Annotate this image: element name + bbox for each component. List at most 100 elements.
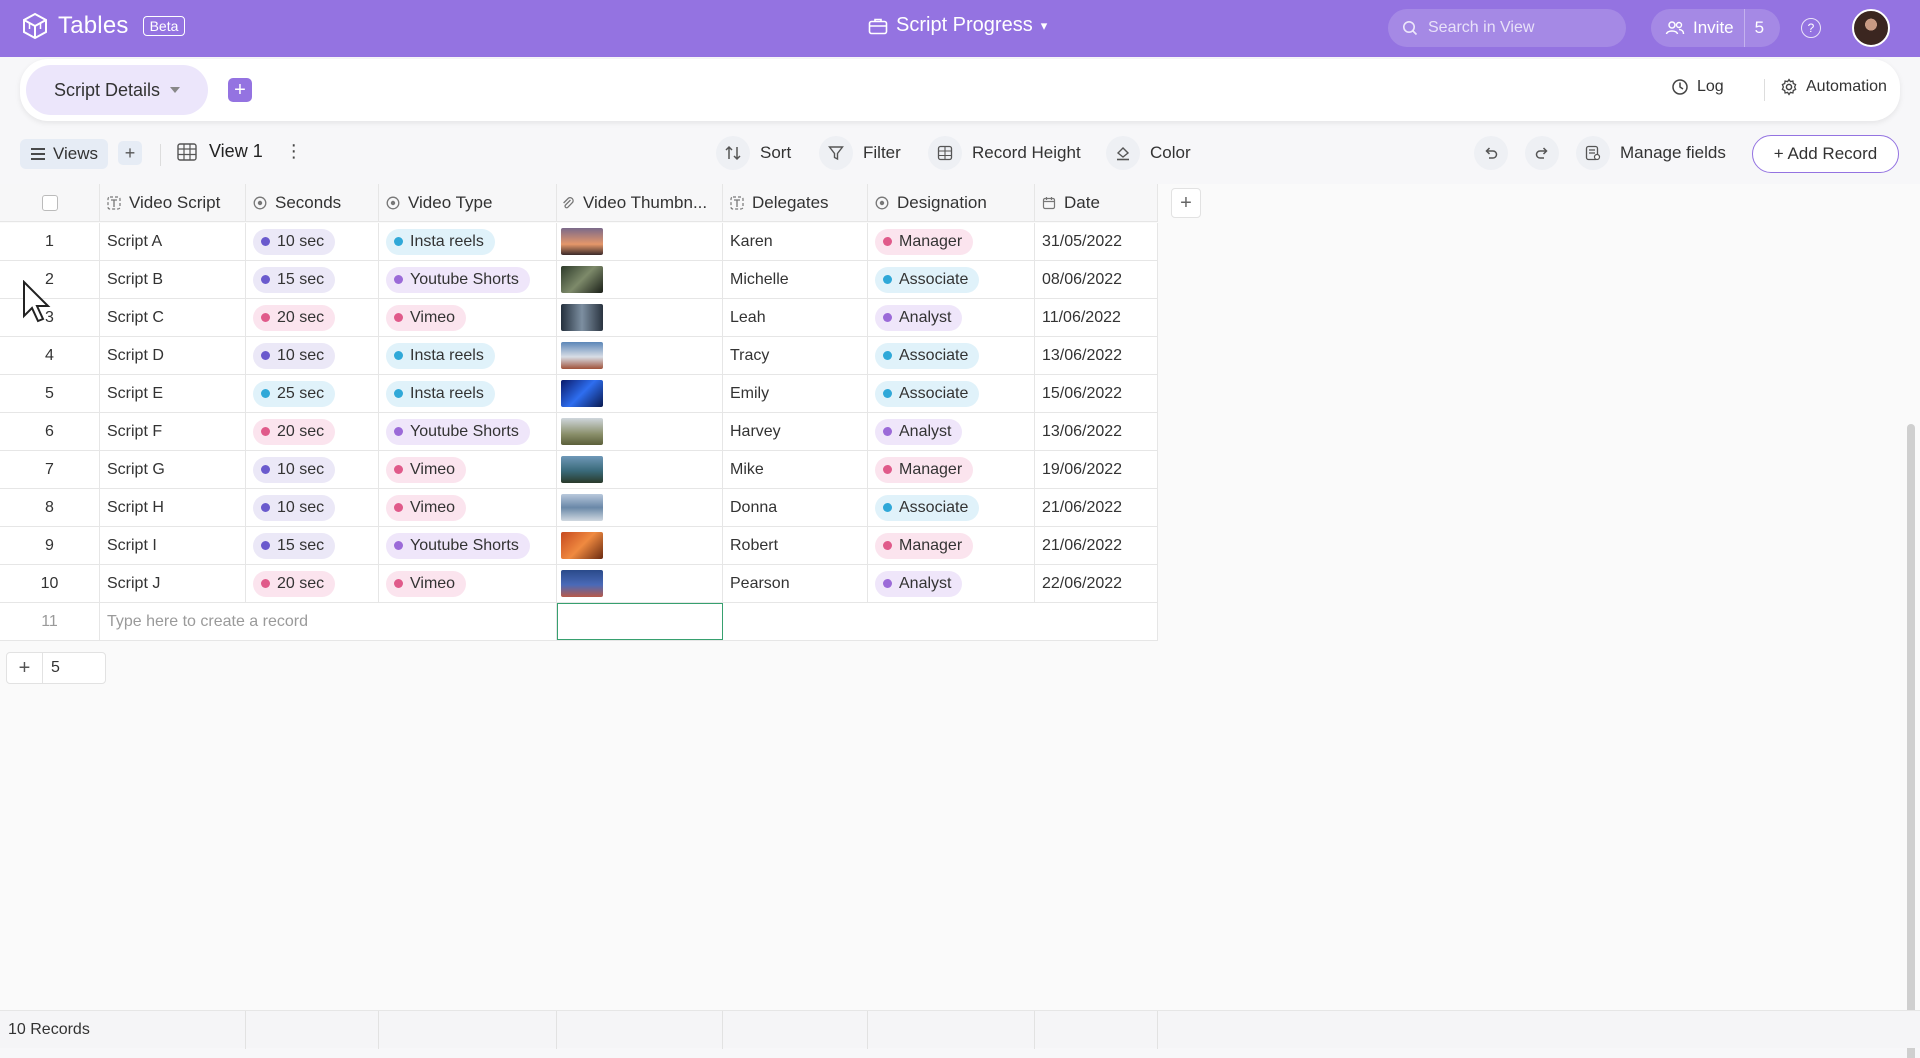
- new-record-row[interactable]: 11 Type here to create a record: [0, 603, 1158, 641]
- thumbnail-image[interactable]: [561, 342, 603, 369]
- thumbnail-image[interactable]: [561, 380, 603, 407]
- project-selector[interactable]: Script Progress ▾: [868, 14, 1047, 37]
- thumbnail-image[interactable]: [561, 570, 603, 597]
- column-header[interactable]: Video Type: [379, 184, 557, 221]
- designation-cell[interactable]: Analyst: [868, 299, 1035, 336]
- add-column-button[interactable]: +: [1171, 188, 1201, 218]
- rows-to-add-count[interactable]: 5: [43, 659, 60, 677]
- video-type-cell[interactable]: Insta reels: [379, 337, 557, 374]
- avatar[interactable]: [1852, 9, 1890, 47]
- video-type-cell[interactable]: Youtube Shorts: [379, 527, 557, 564]
- delegate-cell[interactable]: Robert: [723, 527, 868, 564]
- video-script-cell[interactable]: Script H: [100, 489, 246, 526]
- video-type-cell[interactable]: Youtube Shorts: [379, 261, 557, 298]
- seconds-cell[interactable]: 10 sec: [246, 223, 379, 260]
- video-script-cell[interactable]: Script D: [100, 337, 246, 374]
- thumbnail-image[interactable]: [561, 266, 603, 293]
- thumbnail-cell[interactable]: [557, 223, 723, 260]
- date-cell[interactable]: 15/06/2022: [1035, 375, 1158, 412]
- vertical-scrollbar[interactable]: [1907, 424, 1915, 1058]
- date-cell[interactable]: 08/06/2022: [1035, 261, 1158, 298]
- thumbnail-cell[interactable]: [557, 565, 723, 602]
- search-box[interactable]: [1388, 9, 1626, 47]
- current-view[interactable]: View 1 ⋮: [177, 141, 303, 162]
- designation-cell[interactable]: Manager: [868, 223, 1035, 260]
- thumbnail-image[interactable]: [561, 418, 603, 445]
- tab-script-details[interactable]: Script Details: [26, 65, 208, 115]
- brand[interactable]: Tables Beta: [22, 12, 186, 40]
- column-header[interactable]: Seconds: [246, 184, 379, 221]
- selected-cell[interactable]: [557, 603, 723, 640]
- color-button[interactable]: Color: [1106, 136, 1191, 170]
- seconds-cell[interactable]: 20 sec: [246, 299, 379, 336]
- table-row[interactable]: 8 Script H 10 sec Vimeo Donna Associate 21/06/…: [0, 489, 1158, 527]
- seconds-cell[interactable]: 10 sec: [246, 489, 379, 526]
- delegate-cell[interactable]: Michelle: [723, 261, 868, 298]
- search-input[interactable]: [1428, 19, 1608, 37]
- select-all-checkbox[interactable]: [41, 194, 58, 211]
- date-cell[interactable]: 21/06/2022: [1035, 527, 1158, 564]
- video-script-cell[interactable]: Script I: [100, 527, 246, 564]
- video-script-cell[interactable]: Script B: [100, 261, 246, 298]
- video-type-cell[interactable]: Vimeo: [379, 299, 557, 336]
- video-type-cell[interactable]: Vimeo: [379, 565, 557, 602]
- filter-button[interactable]: Filter: [819, 136, 901, 170]
- seconds-cell[interactable]: 15 sec: [246, 527, 379, 564]
- summary-cell[interactable]: [868, 1011, 1035, 1049]
- seconds-cell[interactable]: 20 sec: [246, 413, 379, 450]
- designation-cell[interactable]: Associate: [868, 337, 1035, 374]
- column-header[interactable]: Video Thumbn...: [557, 184, 723, 221]
- date-cell[interactable]: 11/06/2022: [1035, 299, 1158, 336]
- delegate-cell[interactable]: Emily: [723, 375, 868, 412]
- designation-cell[interactable]: Manager: [868, 527, 1035, 564]
- video-script-cell[interactable]: Script E: [100, 375, 246, 412]
- thumbnail-cell[interactable]: [557, 375, 723, 412]
- manage-fields-button[interactable]: Manage fields: [1576, 136, 1726, 170]
- thumbnail-cell[interactable]: [557, 337, 723, 374]
- date-cell[interactable]: 22/06/2022: [1035, 565, 1158, 602]
- add-view-button[interactable]: +: [118, 141, 142, 165]
- delegate-cell[interactable]: Karen: [723, 223, 868, 260]
- thumbnail-cell[interactable]: [557, 413, 723, 450]
- thumbnail-image[interactable]: [561, 456, 603, 483]
- table-row[interactable]: 5 Script E 25 sec Insta reels Emily Associate…: [0, 375, 1158, 413]
- designation-cell[interactable]: Analyst: [868, 413, 1035, 450]
- thumbnail-cell[interactable]: [557, 299, 723, 336]
- table-row[interactable]: 10 Script J 20 sec Vimeo Pearson Analyst 22/06…: [0, 565, 1158, 603]
- table-row[interactable]: 6 Script F 20 sec Youtube Shorts Harvey Analy…: [0, 413, 1158, 451]
- column-header[interactable]: Delegates: [723, 184, 868, 221]
- delegate-cell[interactable]: Pearson: [723, 565, 868, 602]
- video-script-cell[interactable]: Script G: [100, 451, 246, 488]
- log-button[interactable]: Log: [1671, 78, 1724, 96]
- video-type-cell[interactable]: Insta reels: [379, 223, 557, 260]
- video-script-cell[interactable]: Script J: [100, 565, 246, 602]
- date-cell[interactable]: 19/06/2022: [1035, 451, 1158, 488]
- video-type-cell[interactable]: Insta reels: [379, 375, 557, 412]
- delegate-cell[interactable]: Harvey: [723, 413, 868, 450]
- summary-cell[interactable]: [1035, 1011, 1158, 1049]
- automation-button[interactable]: Automation: [1780, 78, 1887, 96]
- table-row[interactable]: 3 Script C 20 sec Vimeo Leah Analyst 11/06/202…: [0, 299, 1158, 337]
- video-type-cell[interactable]: Youtube Shorts: [379, 413, 557, 450]
- summary-cell[interactable]: [246, 1011, 379, 1049]
- date-cell[interactable]: 21/06/2022: [1035, 489, 1158, 526]
- table-row[interactable]: 4 Script D 10 sec Insta reels Tracy Associate…: [0, 337, 1158, 375]
- video-script-cell[interactable]: Script F: [100, 413, 246, 450]
- column-header[interactable]: Designation: [868, 184, 1035, 221]
- thumbnail-image[interactable]: [561, 494, 603, 521]
- thumbnail-image[interactable]: [561, 304, 603, 331]
- designation-cell[interactable]: Analyst: [868, 565, 1035, 602]
- views-button[interactable]: Views: [20, 139, 109, 169]
- thumbnail-image[interactable]: [561, 532, 603, 559]
- delegate-cell[interactable]: Tracy: [723, 337, 868, 374]
- add-rows-button[interactable]: +: [7, 653, 43, 683]
- more-options-icon[interactable]: ⋮: [285, 141, 303, 162]
- summary-cell[interactable]: [557, 1011, 723, 1049]
- delegate-cell[interactable]: Donna: [723, 489, 868, 526]
- delegate-cell[interactable]: Leah: [723, 299, 868, 336]
- date-cell[interactable]: 13/06/2022: [1035, 337, 1158, 374]
- summary-cell[interactable]: [379, 1011, 557, 1049]
- designation-cell[interactable]: Associate: [868, 375, 1035, 412]
- thumbnail-cell[interactable]: [557, 261, 723, 298]
- designation-cell[interactable]: Manager: [868, 451, 1035, 488]
